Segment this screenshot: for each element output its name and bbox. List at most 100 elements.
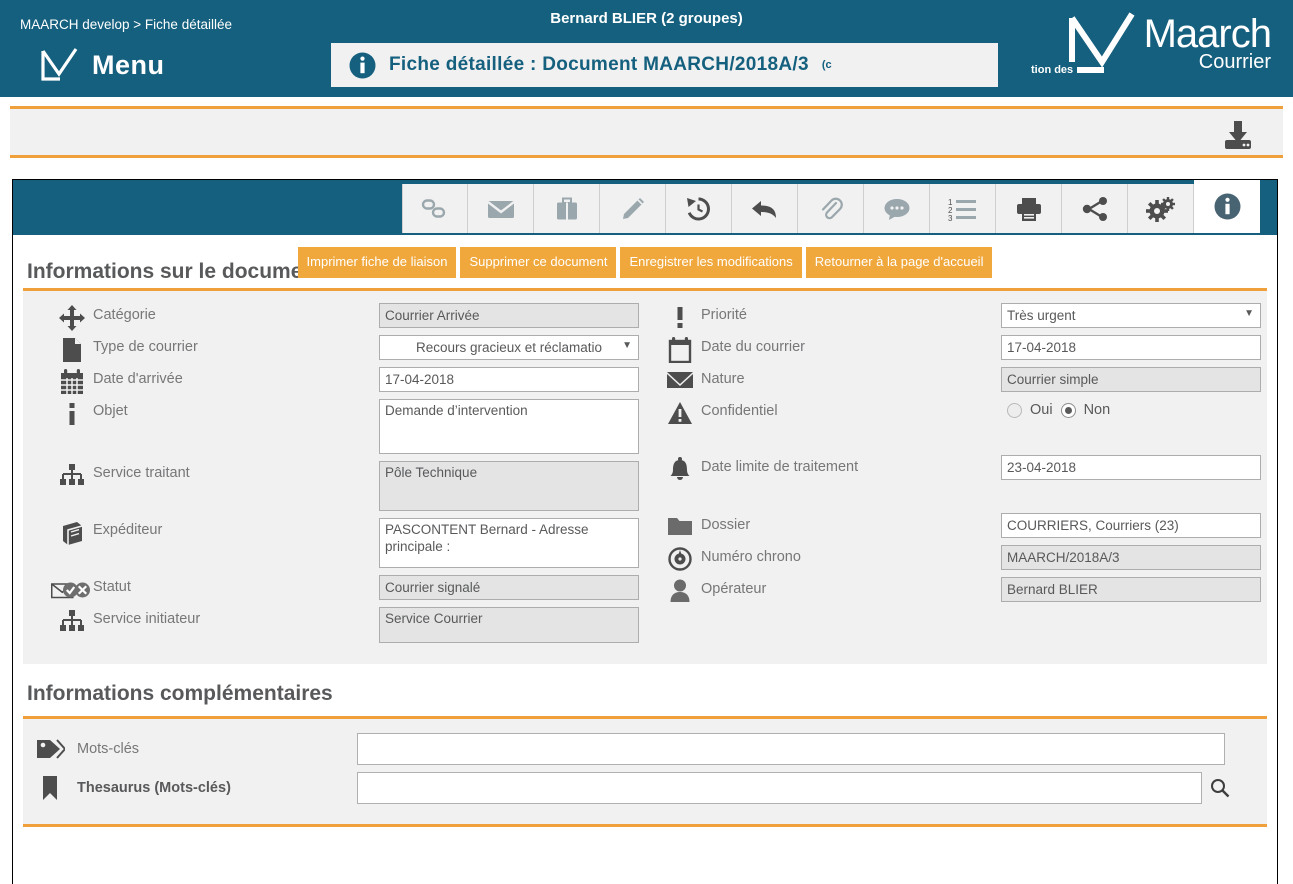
- statut-input[interactable]: [379, 575, 639, 600]
- envelope-icon: [659, 367, 701, 391]
- field-label: Statut: [93, 579, 131, 595]
- nature-input[interactable]: [1001, 367, 1261, 392]
- document-toolbar: 1 2 3: [13, 180, 1277, 235]
- field-date-arrivee: Date d'arrivée: [51, 367, 639, 395]
- detail-tab-title[interactable]: Fiche détaillée : Document MAARCH/2018A/…: [331, 43, 998, 90]
- dossier-input[interactable]: [1001, 513, 1261, 538]
- info-i-icon: [51, 399, 93, 427]
- bell-icon: [659, 455, 701, 483]
- type-de-courrier-select[interactable]: Recours gracieux et réclamatio ▼: [379, 335, 639, 360]
- pencil-icon-tab[interactable]: [600, 184, 666, 233]
- field-dossier: Dossier: [659, 513, 1261, 541]
- field-label: Priorité: [701, 307, 747, 323]
- field-numero-chrono: Numéro chrono: [659, 545, 1261, 573]
- org-chart-icon: [51, 607, 93, 633]
- delete-document-button[interactable]: Supprimer ce document: [460, 247, 617, 278]
- comment-icon: [884, 198, 909, 220]
- share-icon-tab[interactable]: [1062, 184, 1128, 233]
- share-icon: [1082, 196, 1107, 221]
- priorite-select[interactable]: Très urgent ▼: [1001, 303, 1261, 328]
- breadcrumb[interactable]: MAARCH develop > Fiche détaillée: [20, 17, 232, 32]
- field-service-initiateur: Service initiateur: [51, 607, 639, 646]
- chevron-down-icon: ▼: [1244, 308, 1254, 319]
- app-header: MAARCH develop > Fiche détaillée Bernard…: [0, 0, 1293, 97]
- paperclip-icon-tab[interactable]: [798, 184, 864, 233]
- svg-text:3: 3: [948, 214, 953, 221]
- secondary-toolbar: [10, 106, 1283, 158]
- field-statut: Statut: [51, 575, 639, 603]
- field-operateur: Opérateur: [659, 577, 1261, 605]
- field-objet: Objet: [51, 399, 639, 457]
- calendar-icon: [51, 367, 93, 395]
- field-date-du-courrier: Date du courrier: [659, 335, 1261, 363]
- field-confidentiel: Confidentiel Oui Non: [659, 399, 1261, 427]
- return-home-button[interactable]: Retourner à la page d'accueil: [805, 247, 993, 278]
- numero-chrono-input[interactable]: [1001, 545, 1261, 570]
- calendar-icon: [659, 335, 701, 363]
- field-label: Nature: [701, 371, 745, 387]
- user-icon: [659, 577, 701, 603]
- field-date-limite: Date limite de traitement: [659, 455, 1261, 483]
- gears-icon-tab[interactable]: [1128, 184, 1194, 233]
- confidentiel-oui-radio[interactable]: [1007, 402, 1022, 418]
- search-icon[interactable]: [1210, 778, 1230, 798]
- link-icon: [421, 198, 446, 218]
- field-label: Objet: [93, 403, 128, 419]
- field-label: Confidentiel: [701, 403, 778, 419]
- comment-icon-tab[interactable]: [864, 184, 930, 233]
- confidentiel-non-label: Non: [1083, 402, 1111, 418]
- reply-icon: [751, 200, 776, 218]
- extra-info-heading: Informations complémentaires: [27, 682, 333, 705]
- history-icon-tab[interactable]: [666, 184, 732, 233]
- gears-icon: [1145, 196, 1175, 222]
- thesaurus-input[interactable]: [357, 772, 1202, 804]
- field-expediteur: Expéditeur: [51, 518, 639, 571]
- expediteur-textarea[interactable]: [379, 518, 639, 568]
- info-icon-tab[interactable]: [1194, 180, 1260, 233]
- date-du-courrier-input[interactable]: [1001, 335, 1261, 360]
- operateur-input[interactable]: [1001, 577, 1261, 602]
- save-changes-button[interactable]: Enregistrer les modifications: [620, 247, 802, 278]
- field-label: Mots-clés: [77, 741, 140, 757]
- field-priorite: Priorité Très urgent ▼: [659, 303, 1261, 331]
- field-label: Catégorie: [93, 307, 156, 323]
- field-label: Numéro chrono: [701, 549, 801, 565]
- field-label: Expéditeur: [93, 522, 163, 538]
- warning-icon: [659, 399, 701, 425]
- numbered-list-icon: 1 2 3: [948, 198, 976, 221]
- field-type-de-courrier: Type de courrier Recours gracieux et réc…: [51, 335, 639, 363]
- document-detail-panel: 1 2 3 Imprimer fiche de liaison Supprime…: [12, 179, 1278, 884]
- categorie-input[interactable]: [379, 303, 639, 328]
- link-icon-tab[interactable]: [402, 184, 468, 233]
- service-traitant-textarea[interactable]: [379, 461, 639, 511]
- field-nature: Nature: [659, 367, 1261, 395]
- numbered-list-icon-tab[interactable]: 1 2 3: [930, 184, 996, 233]
- tag-icon: [23, 737, 77, 761]
- confidentiel-non-radio[interactable]: [1060, 402, 1076, 418]
- print-liaison-button[interactable]: Imprimer fiche de liaison: [297, 247, 457, 278]
- envelope-icon-tab[interactable]: [468, 184, 534, 233]
- mots-cles-input[interactable]: [357, 733, 1225, 765]
- document-info-right-column: Priorité Très urgent ▼ Date du courrier …: [645, 303, 1267, 650]
- document-info-body: Catégorie Type de courrier Recours graci…: [23, 291, 1267, 664]
- download-icon[interactable]: [1221, 118, 1255, 152]
- printer-icon-tab[interactable]: [996, 184, 1062, 233]
- field-label: Date d'arrivée: [93, 371, 183, 387]
- compass-icon: [659, 545, 701, 571]
- bookmark-icon: [23, 775, 77, 801]
- menu-button[interactable]: Menu: [40, 48, 165, 82]
- briefcase-icon-tab[interactable]: [534, 184, 600, 233]
- date-limite-input[interactable]: [1001, 455, 1261, 480]
- info-icon: [1214, 193, 1240, 220]
- reply-icon-tab[interactable]: [732, 184, 798, 233]
- paperclip-icon: [821, 197, 843, 219]
- service-initiateur-textarea[interactable]: [379, 607, 639, 643]
- priorite-value: Très urgent: [1007, 308, 1076, 323]
- document-icon: [51, 335, 93, 363]
- confidentiel-radio-group: Oui Non: [1001, 399, 1261, 418]
- date-arrivee-input[interactable]: [379, 367, 639, 392]
- exclamation-icon: [659, 303, 701, 331]
- objet-textarea[interactable]: [379, 399, 639, 454]
- field-label: Date du courrier: [701, 339, 805, 355]
- maarch-checkmark-logo-icon: [41, 48, 78, 81]
